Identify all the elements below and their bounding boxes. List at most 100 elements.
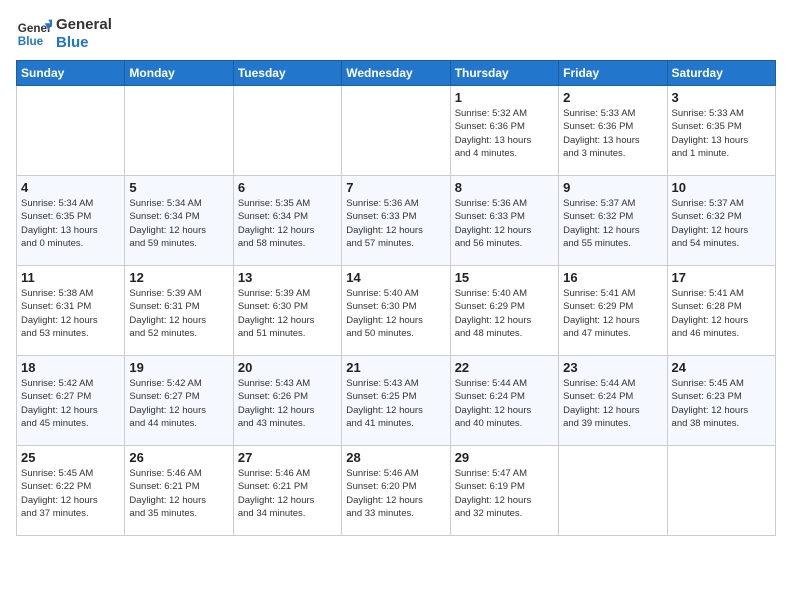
day-number: 3	[672, 90, 771, 105]
day-info: Sunrise: 5:37 AM Sunset: 6:32 PM Dayligh…	[563, 197, 662, 250]
day-number: 6	[238, 180, 337, 195]
calendar-day-cell: 13Sunrise: 5:39 AM Sunset: 6:30 PM Dayli…	[233, 266, 341, 356]
calendar-day-cell	[342, 86, 450, 176]
day-number: 7	[346, 180, 445, 195]
day-info: Sunrise: 5:32 AM Sunset: 6:36 PM Dayligh…	[455, 107, 554, 160]
day-number: 8	[455, 180, 554, 195]
day-number: 1	[455, 90, 554, 105]
calendar-day-cell: 16 Sunrise: 5:41 AM Sunset: 6:29 PM Dayli…	[559, 266, 667, 356]
day-number: 5	[129, 180, 228, 195]
day-info: Sunrise: 5:45 AM Sunset: 6:23 PM Dayligh…	[672, 377, 771, 430]
day-number: 26	[129, 450, 228, 465]
day-info: Sunrise: 5:33 AM Sunset: 6:35 PM Dayligh…	[672, 107, 771, 160]
day-info: Sunrise: 5:34 AM Sunset: 6:35 PM Dayligh…	[21, 197, 120, 250]
calendar-day-cell: 27 Sunrise: 5:46 AM Sunset: 6:21 PM Dayli…	[233, 446, 341, 536]
day-number: 21	[346, 360, 445, 375]
calendar-week-row: 11 Sunrise: 5:38 AM Sunset: 6:31 PM Dayli…	[17, 266, 776, 356]
calendar-day-cell: 25 Sunrise: 5:45 AM Sunset: 6:22 PM Dayli…	[17, 446, 125, 536]
calendar-week-row: 25 Sunrise: 5:45 AM Sunset: 6:22 PM Dayli…	[17, 446, 776, 536]
calendar-day-cell: 4 Sunrise: 5:34 AM Sunset: 6:35 PM Daylig…	[17, 176, 125, 266]
calendar-day-cell	[17, 86, 125, 176]
day-info: Sunrise: 5:36 AM Sunset: 6:33 PM Dayligh…	[346, 197, 445, 250]
logo-blue: Blue	[56, 34, 112, 52]
calendar-day-cell	[125, 86, 233, 176]
day-number: 28	[346, 450, 445, 465]
day-info: Sunrise: 5:43 AM Sunset: 6:26 PM Dayligh…	[238, 377, 337, 430]
day-number: 20	[238, 360, 337, 375]
calendar-day-cell: 2 Sunrise: 5:33 AM Sunset: 6:36 PM Daylig…	[559, 86, 667, 176]
calendar-day-cell	[233, 86, 341, 176]
day-number: 27	[238, 450, 337, 465]
day-number: 23	[563, 360, 662, 375]
day-number: 11	[21, 270, 120, 285]
calendar-day-cell: 6 Sunrise: 5:35 AM Sunset: 6:34 PM Daylig…	[233, 176, 341, 266]
calendar-body: 1 Sunrise: 5:32 AM Sunset: 6:36 PM Daylig…	[17, 86, 776, 536]
day-info: Sunrise: 5:41 AM Sunset: 6:28 PM Dayligh…	[672, 287, 771, 340]
calendar-day-cell: 1 Sunrise: 5:32 AM Sunset: 6:36 PM Daylig…	[450, 86, 558, 176]
calendar-day-cell: 12Sunrise: 5:39 AM Sunset: 6:31 PM Dayli…	[125, 266, 233, 356]
weekday-header-cell: Friday	[559, 61, 667, 86]
calendar-week-row: 18 Sunrise: 5:42 AM Sunset: 6:27 PM Dayli…	[17, 356, 776, 446]
day-number: 15	[455, 270, 554, 285]
day-number: 4	[21, 180, 120, 195]
calendar-day-cell: 20 Sunrise: 5:43 AM Sunset: 6:26 PM Dayli…	[233, 356, 341, 446]
calendar-table: SundayMondayTuesdayWednesdayThursdayFrid…	[16, 60, 776, 536]
calendar-day-cell: 10 Sunrise: 5:37 AM Sunset: 6:32 PM Dayli…	[667, 176, 775, 266]
day-info: Sunrise: 5:45 AM Sunset: 6:22 PM Dayligh…	[21, 467, 120, 520]
day-info: Sunrise: 5:44 AM Sunset: 6:24 PM Dayligh…	[455, 377, 554, 430]
day-info: Sunrise: 5:39 AM Sunset: 6:31 PM Dayligh…	[129, 287, 228, 340]
day-number: 17	[672, 270, 771, 285]
day-info: Sunrise: 5:34 AM Sunset: 6:34 PM Dayligh…	[129, 197, 228, 250]
calendar-day-cell: 29Sunrise: 5:47 AM Sunset: 6:19 PM Dayli…	[450, 446, 558, 536]
day-info: Sunrise: 5:40 AM Sunset: 6:30 PM Dayligh…	[346, 287, 445, 340]
day-info: Sunrise: 5:35 AM Sunset: 6:34 PM Dayligh…	[238, 197, 337, 250]
calendar-day-cell: 8Sunrise: 5:36 AM Sunset: 6:33 PM Daylig…	[450, 176, 558, 266]
day-number: 2	[563, 90, 662, 105]
day-number: 9	[563, 180, 662, 195]
calendar-day-cell	[667, 446, 775, 536]
day-number: 22	[455, 360, 554, 375]
calendar-day-cell	[559, 446, 667, 536]
day-info: Sunrise: 5:33 AM Sunset: 6:36 PM Dayligh…	[563, 107, 662, 160]
day-info: Sunrise: 5:41 AM Sunset: 6:29 PM Dayligh…	[563, 287, 662, 340]
calendar-week-row: 1 Sunrise: 5:32 AM Sunset: 6:36 PM Daylig…	[17, 86, 776, 176]
day-info: Sunrise: 5:42 AM Sunset: 6:27 PM Dayligh…	[129, 377, 228, 430]
day-number: 10	[672, 180, 771, 195]
page-header: General Blue General Blue	[16, 16, 776, 52]
calendar-day-cell: 15 Sunrise: 5:40 AM Sunset: 6:29 PM Dayli…	[450, 266, 558, 356]
calendar-day-cell: 24 Sunrise: 5:45 AM Sunset: 6:23 PM Dayli…	[667, 356, 775, 446]
day-info: Sunrise: 5:47 AM Sunset: 6:19 PM Dayligh…	[455, 467, 554, 520]
day-number: 19	[129, 360, 228, 375]
day-info: Sunrise: 5:46 AM Sunset: 6:21 PM Dayligh…	[238, 467, 337, 520]
day-number: 13	[238, 270, 337, 285]
weekday-header-cell: Monday	[125, 61, 233, 86]
day-info: Sunrise: 5:38 AM Sunset: 6:31 PM Dayligh…	[21, 287, 120, 340]
calendar-day-cell: 18 Sunrise: 5:42 AM Sunset: 6:27 PM Dayli…	[17, 356, 125, 446]
day-info: Sunrise: 5:46 AM Sunset: 6:21 PM Dayligh…	[129, 467, 228, 520]
day-number: 24	[672, 360, 771, 375]
weekday-header-cell: Saturday	[667, 61, 775, 86]
day-info: Sunrise: 5:46 AM Sunset: 6:20 PM Dayligh…	[346, 467, 445, 520]
logo-general: General	[56, 16, 112, 34]
day-info: Sunrise: 5:40 AM Sunset: 6:29 PM Dayligh…	[455, 287, 554, 340]
weekday-header-cell: Sunday	[17, 61, 125, 86]
weekday-header-cell: Wednesday	[342, 61, 450, 86]
day-info: Sunrise: 5:43 AM Sunset: 6:25 PM Dayligh…	[346, 377, 445, 430]
calendar-day-cell: 23Sunrise: 5:44 AM Sunset: 6:24 PM Dayli…	[559, 356, 667, 446]
calendar-day-cell: 7 Sunrise: 5:36 AM Sunset: 6:33 PM Daylig…	[342, 176, 450, 266]
calendar-day-cell: 22 Sunrise: 5:44 AM Sunset: 6:24 PM Dayli…	[450, 356, 558, 446]
day-info: Sunrise: 5:37 AM Sunset: 6:32 PM Dayligh…	[672, 197, 771, 250]
logo: General Blue General Blue	[16, 16, 112, 52]
calendar-day-cell: 17 Sunrise: 5:41 AM Sunset: 6:28 PM Dayli…	[667, 266, 775, 356]
day-number: 18	[21, 360, 120, 375]
weekday-header-row: SundayMondayTuesdayWednesdayThursdayFrid…	[17, 61, 776, 86]
day-number: 25	[21, 450, 120, 465]
logo-icon: General Blue	[16, 16, 52, 52]
day-number: 16	[563, 270, 662, 285]
day-info: Sunrise: 5:42 AM Sunset: 6:27 PM Dayligh…	[21, 377, 120, 430]
calendar-day-cell: 14 Sunrise: 5:40 AM Sunset: 6:30 PM Dayli…	[342, 266, 450, 356]
weekday-header-cell: Thursday	[450, 61, 558, 86]
day-number: 14	[346, 270, 445, 285]
calendar-day-cell: 11 Sunrise: 5:38 AM Sunset: 6:31 PM Dayli…	[17, 266, 125, 356]
calendar-day-cell: 3 Sunrise: 5:33 AM Sunset: 6:35 PM Daylig…	[667, 86, 775, 176]
